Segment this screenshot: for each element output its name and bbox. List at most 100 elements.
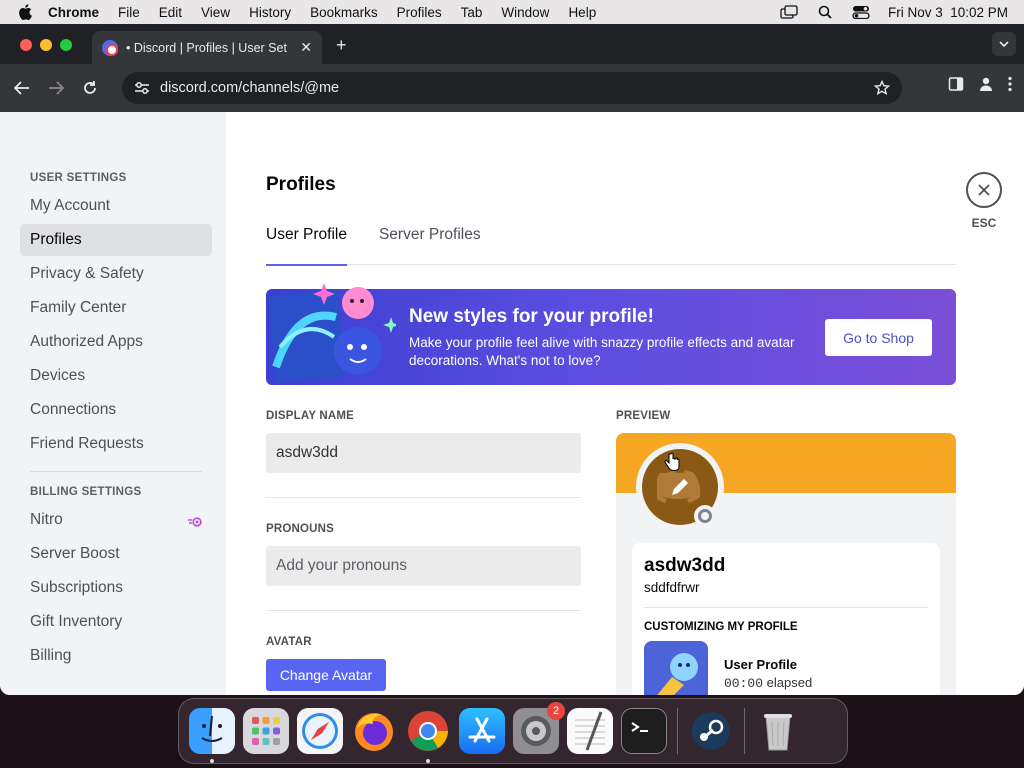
- menu-profiles[interactable]: Profiles: [397, 5, 442, 20]
- chrome-icon[interactable]: [405, 708, 451, 763]
- back-arrow-icon: [14, 81, 29, 95]
- system-settings-icon[interactable]: 2: [513, 702, 565, 754]
- preview-profile-body: asdw3dd sddfdfrwr Customizing My Profile…: [632, 543, 940, 695]
- sidebar-item-nitro[interactable]: Nitro: [20, 504, 212, 536]
- new-tab-icon[interactable]: +: [336, 35, 347, 56]
- dock: 2: [178, 698, 848, 764]
- browser-tab-active[interactable]: • Discord | Profiles | User Set ✕: [92, 31, 322, 64]
- display-name-input[interactable]: asdw3dd: [266, 433, 581, 473]
- activity-timer: 00:00: [724, 676, 764, 691]
- tab-user-profile[interactable]: User Profile: [266, 226, 347, 266]
- activity-elapsed: 00:00 elapsed: [724, 675, 812, 691]
- hand-cursor-icon: [664, 452, 680, 471]
- sidebar-item-connections[interactable]: Connections: [20, 394, 212, 426]
- change-avatar-button[interactable]: Change Avatar: [266, 659, 386, 691]
- field-divider: [266, 497, 581, 498]
- sidebar-header-user-settings: User Settings: [30, 172, 127, 184]
- pronouns-label: Pronouns: [266, 523, 335, 535]
- sidebar-header-billing-settings: Billing Settings: [30, 486, 142, 498]
- safari-icon[interactable]: [297, 708, 343, 754]
- field-divider: [266, 610, 581, 611]
- menu-tab[interactable]: Tab: [461, 5, 483, 20]
- firefox-icon[interactable]: [351, 708, 397, 754]
- sidebar-item-my-account[interactable]: My Account: [20, 190, 212, 222]
- tab-title: • Discord | Profiles | User Set: [126, 40, 287, 55]
- preview-section-title: Customizing My Profile: [644, 621, 798, 633]
- launchpad-icon[interactable]: [243, 708, 289, 754]
- browser-toolbar: discord.com/channels/@me: [0, 64, 1024, 112]
- menu-help[interactable]: Help: [568, 5, 596, 20]
- forward-button[interactable]: [44, 76, 68, 100]
- menu-bookmarks[interactable]: Bookmarks: [310, 5, 378, 20]
- avatar-label: Avatar: [266, 636, 312, 648]
- menu-history[interactable]: History: [249, 5, 291, 20]
- site-info-icon[interactable]: [134, 81, 150, 95]
- url-text[interactable]: discord.com/channels/@me: [160, 80, 339, 96]
- sidebar-item-gift-inventory[interactable]: Gift Inventory: [20, 606, 212, 638]
- reload-icon: [84, 81, 96, 94]
- menu-file[interactable]: File: [118, 5, 140, 20]
- promo-banner: New styles for your profile! Make your p…: [266, 283, 956, 385]
- notification-badge: 2: [547, 702, 565, 720]
- terminal-icon[interactable]: [621, 708, 667, 754]
- app-store-icon[interactable]: [459, 708, 505, 754]
- discord-favicon-icon: [102, 39, 118, 56]
- close-window-button[interactable]: [20, 39, 32, 51]
- activity-image: [644, 641, 708, 695]
- menu-view[interactable]: View: [201, 5, 230, 20]
- profile-tabs: User Profile Server Profiles: [266, 226, 956, 266]
- sidebar-item-family-center[interactable]: Family Center: [20, 292, 212, 324]
- sidebar-item-subscriptions[interactable]: Subscriptions: [20, 572, 212, 604]
- go-to-shop-button[interactable]: Go to Shop: [825, 319, 932, 356]
- zoom-window-button[interactable]: [60, 39, 72, 51]
- back-button[interactable]: [10, 76, 34, 100]
- sidebar-item-privacy-safety[interactable]: Privacy & Safety: [20, 258, 212, 290]
- close-settings[interactable]: ESC: [966, 172, 1002, 230]
- finder-icon[interactable]: [189, 708, 235, 763]
- apple-icon[interactable]: [18, 4, 34, 20]
- preview-activity: User Profile 00:00 elapsed: [644, 641, 928, 695]
- promo-title: New styles for your profile!: [409, 306, 654, 327]
- tab-search-button[interactable]: [992, 32, 1016, 56]
- bookmark-star-icon[interactable]: [873, 79, 891, 100]
- menubar-clock[interactable]: Fri Nov 3 10:02 PM: [888, 5, 1008, 20]
- minimize-window-button[interactable]: [40, 39, 52, 51]
- settings-sidebar: User Settings My Account Profiles Privac…: [0, 112, 226, 695]
- sidebar-item-profiles[interactable]: Profiles: [20, 224, 212, 256]
- side-panel-icon[interactable]: [948, 76, 964, 97]
- sidebar-item-authorized-apps[interactable]: Authorized Apps: [20, 326, 212, 358]
- menu-app-name[interactable]: Chrome: [48, 5, 99, 20]
- tab-strip: • Discord | Profiles | User Set ✕ +: [0, 24, 1024, 64]
- display-name-label: Display Name: [266, 410, 355, 422]
- profile-avatar-icon[interactable]: [978, 76, 994, 97]
- steam-icon[interactable]: [688, 708, 734, 754]
- profile-preview-card: asdw3dd sddfdfrwr Customizing My Profile…: [616, 433, 956, 695]
- sidebar-item-server-boost[interactable]: Server Boost: [20, 538, 212, 570]
- sidebar-item-label: Nitro: [30, 511, 63, 528]
- pronouns-input[interactable]: Add your pronouns: [266, 546, 581, 586]
- close-settings-button[interactable]: [966, 172, 1002, 208]
- reload-button[interactable]: [78, 76, 102, 100]
- preview-display-name: asdw3dd: [644, 555, 726, 576]
- textedit-icon[interactable]: [567, 708, 613, 754]
- screen-mirroring-icon[interactable]: [780, 5, 798, 19]
- sidebar-item-friend-requests[interactable]: Friend Requests: [20, 428, 212, 460]
- profile-styles-illustration: [268, 283, 396, 383]
- running-indicator: [210, 759, 214, 763]
- spotlight-search-icon[interactable]: [816, 5, 834, 19]
- trash-icon[interactable]: [755, 708, 801, 754]
- sidebar-item-billing[interactable]: Billing: [20, 640, 212, 672]
- close-tab-icon[interactable]: ✕: [300, 39, 312, 56]
- tab-server-profiles[interactable]: Server Profiles: [379, 226, 481, 265]
- more-menu-icon[interactable]: [1008, 76, 1012, 97]
- esc-label: ESC: [971, 216, 997, 230]
- sidebar-item-devices[interactable]: Devices: [20, 360, 212, 392]
- nitro-icon: [188, 514, 202, 532]
- preview-label: Preview: [616, 410, 671, 422]
- menu-window[interactable]: Window: [501, 5, 549, 20]
- address-bar[interactable]: discord.com/channels/@me: [122, 72, 902, 104]
- close-icon: [978, 184, 990, 196]
- menu-edit[interactable]: Edit: [159, 5, 182, 20]
- promo-description: Make your profile feel alive with snazzy…: [409, 335, 795, 368]
- control-center-icon[interactable]: [852, 5, 870, 19]
